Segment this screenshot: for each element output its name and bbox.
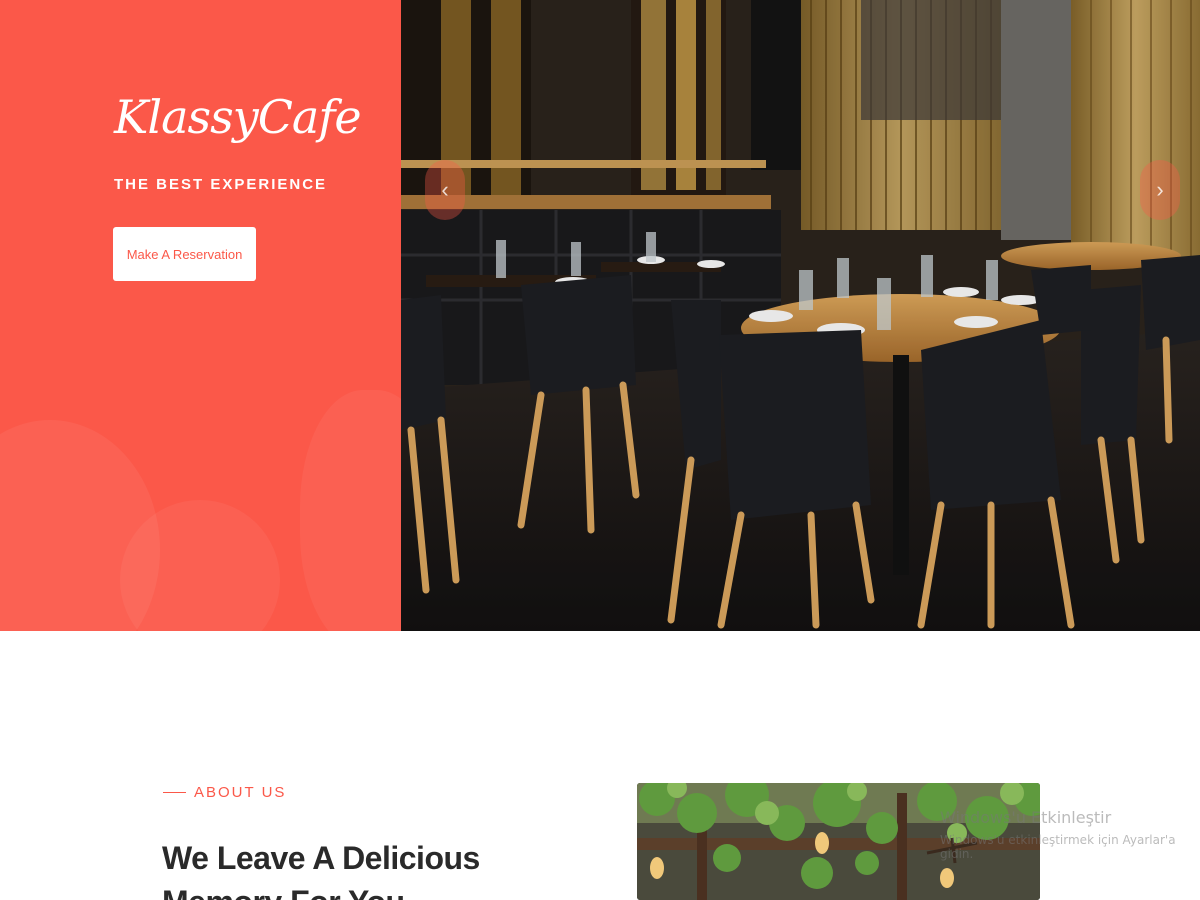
slider-next-icon[interactable]: › — [1140, 160, 1180, 220]
watermark-subtitle: Windows'u etkinleştirmek için Ayarlar'a … — [940, 833, 1176, 861]
background-decoration — [300, 390, 401, 631]
about-label-row: ABOUT US — [163, 784, 286, 801]
make-reservation-button[interactable]: Make A Reservation — [113, 227, 256, 281]
watermark-title: Windows'u Etkinleştir — [940, 808, 1112, 827]
hero-photo-shade — [401, 0, 1200, 631]
hero-section: KlassyCafe THE BEST EXPERIENCE Make A Re… — [0, 0, 1200, 631]
os-activation-watermark: Windows'u Etkinleştir Windows'u etkinleş… — [940, 808, 1200, 861]
slider-prev-icon[interactable]: ‹ — [425, 160, 465, 220]
hero-brand-panel: KlassyCafe THE BEST EXPERIENCE Make A Re… — [0, 0, 401, 631]
site-logo[interactable]: KlassyCafe — [114, 90, 362, 144]
section-divider-line — [163, 792, 186, 793]
about-heading: We Leave A Delicious Memory For You — [162, 840, 480, 900]
hero-tagline: THE BEST EXPERIENCE — [114, 176, 328, 193]
hero-slider-image — [401, 0, 1200, 631]
about-section-label: ABOUT US — [194, 784, 287, 801]
